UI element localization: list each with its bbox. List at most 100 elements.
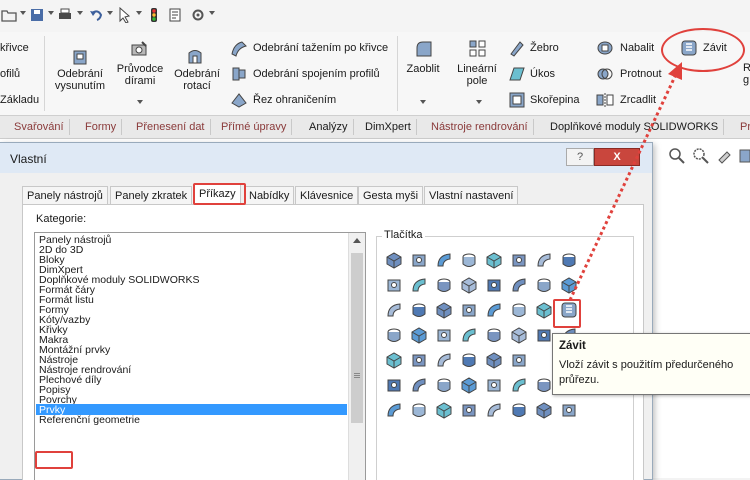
command-button-icon[interactable] xyxy=(485,351,503,369)
command-button-icon[interactable] xyxy=(510,351,528,369)
extruded-cut-icon[interactable] xyxy=(71,48,89,66)
rebuild-traffic-light-icon[interactable] xyxy=(146,7,162,23)
boundary-cut-label[interactable]: Řez ohraničením xyxy=(253,94,336,107)
command-button-icon[interactable] xyxy=(535,326,553,344)
command-button-icon[interactable] xyxy=(460,251,478,269)
fillet-icon[interactable] xyxy=(415,40,433,58)
command-button-icon[interactable] xyxy=(410,401,428,419)
extruded-cut-label-2[interactable]: vysunutím xyxy=(48,80,112,93)
draft-label[interactable]: Úkos xyxy=(530,68,555,81)
tab-panely-nastroju[interactable]: Panely nástrojů xyxy=(22,186,108,206)
rib-icon[interactable] xyxy=(508,39,526,57)
scrollbar-thumb[interactable] xyxy=(351,253,363,423)
chevron-down-icon[interactable] xyxy=(20,11,26,15)
command-button-icon[interactable] xyxy=(510,326,528,344)
tab-nastroje-rendrovani[interactable]: Nástroje rendrování xyxy=(426,119,534,135)
revolved-cut-icon[interactable] xyxy=(186,48,204,66)
open-folder-icon[interactable] xyxy=(1,7,17,23)
undo-icon[interactable] xyxy=(88,7,104,23)
command-button-icon[interactable] xyxy=(510,301,528,319)
section-view-icon[interactable] xyxy=(738,147,750,165)
command-button-icon[interactable] xyxy=(385,251,403,269)
command-button-icon[interactable] xyxy=(510,376,528,394)
ribbon-left-label-3[interactable]: Základu xyxy=(0,94,39,107)
command-button-icon[interactable] xyxy=(510,251,528,269)
swept-cut-icon[interactable] xyxy=(230,39,248,57)
linear-pattern-label-2[interactable]: pole xyxy=(450,75,504,88)
command-button-icon[interactable] xyxy=(485,251,503,269)
command-button-icon[interactable] xyxy=(410,376,428,394)
command-button-icon[interactable] xyxy=(535,376,553,394)
rib-label[interactable]: Žebro xyxy=(530,42,559,55)
command-button-icon[interactable] xyxy=(385,301,403,319)
tab-nabidky[interactable]: Nabídky xyxy=(244,186,295,206)
tab-formy[interactable]: Formy xyxy=(80,119,123,135)
chevron-down-icon[interactable] xyxy=(107,11,113,15)
command-button-icon[interactable] xyxy=(460,276,478,294)
tab-vlastni-nastaveni[interactable]: Vlastní nastavení xyxy=(424,186,519,206)
chevron-down-icon[interactable] xyxy=(420,100,426,104)
tab-dimxpert[interactable]: DimXpert xyxy=(360,119,417,135)
ribbon-left-label-1[interactable]: křivce xyxy=(0,42,29,55)
previous-view-icon[interactable] xyxy=(716,147,734,165)
ribbon-left-label-2[interactable]: ofilů xyxy=(0,68,20,81)
command-button-icon[interactable] xyxy=(460,326,478,344)
hole-wizard-label-2[interactable]: dírami xyxy=(110,75,170,88)
command-button-icon[interactable] xyxy=(535,276,553,294)
command-button-icon[interactable] xyxy=(535,401,553,419)
wrap-label[interactable]: Nabalit xyxy=(620,42,654,55)
chevron-down-icon[interactable] xyxy=(136,11,142,15)
tab-preneseni-dat[interactable]: Přenesení dat xyxy=(131,119,211,135)
chevron-down-icon[interactable] xyxy=(48,11,54,15)
command-button-icon[interactable] xyxy=(510,401,528,419)
command-button-icon[interactable] xyxy=(410,326,428,344)
tab-gesta-mysi[interactable]: Gesta myši xyxy=(358,186,424,206)
zoom-to-area-icon[interactable] xyxy=(692,147,710,165)
command-button-icon[interactable] xyxy=(460,401,478,419)
command-button-icon[interactable] xyxy=(435,376,453,394)
chevron-down-icon[interactable] xyxy=(137,100,143,104)
fillet-label[interactable]: Zaoblit xyxy=(398,63,448,76)
command-button-icon[interactable] xyxy=(385,276,403,294)
command-button-icon[interactable] xyxy=(410,301,428,319)
command-button-icon[interactable] xyxy=(435,326,453,344)
wrap-icon[interactable] xyxy=(596,39,614,57)
tab-svarovani[interactable]: Svařování xyxy=(9,119,70,135)
command-button-icon[interactable] xyxy=(435,251,453,269)
chevron-down-icon[interactable] xyxy=(77,11,83,15)
file-properties-icon[interactable] xyxy=(167,7,183,23)
swept-cut-label[interactable]: Odebrání tažením po křivce xyxy=(253,42,388,55)
command-button-icon[interactable] xyxy=(410,276,428,294)
tab-pr[interactable]: Pr xyxy=(735,119,750,135)
command-button-icon[interactable] xyxy=(385,351,403,369)
categories-list[interactable]: Panely nástrojů 2D do 3D Bloky DimXpert … xyxy=(34,232,366,480)
command-button-icon[interactable] xyxy=(560,401,578,419)
hole-wizard-icon[interactable] xyxy=(130,40,148,58)
command-button-icon[interactable] xyxy=(485,376,503,394)
list-scrollbar[interactable] xyxy=(348,233,365,480)
command-button-icon[interactable] xyxy=(460,376,478,394)
command-button-icon[interactable] xyxy=(460,301,478,319)
scroll-up-icon[interactable] xyxy=(353,238,361,243)
command-button-icon[interactable] xyxy=(535,301,553,319)
command-button-icon[interactable] xyxy=(410,351,428,369)
command-button-icon[interactable] xyxy=(535,251,553,269)
revolved-cut-label-2[interactable]: rotací xyxy=(170,80,224,93)
command-button-icon[interactable] xyxy=(385,326,403,344)
command-button-icon[interactable] xyxy=(510,276,528,294)
lofted-cut-label[interactable]: Odebrání spojením profilů xyxy=(253,68,380,81)
list-item[interactable]: Referenční geometrie xyxy=(39,415,140,426)
boundary-cut-icon[interactable] xyxy=(230,91,248,109)
command-button-icon[interactable] xyxy=(485,401,503,419)
select-pointer-icon[interactable] xyxy=(117,7,133,23)
draft-icon[interactable] xyxy=(508,65,526,83)
command-button-icon[interactable] xyxy=(485,276,503,294)
command-button-icon[interactable] xyxy=(485,326,503,344)
command-button-icon[interactable] xyxy=(385,376,403,394)
shell-icon[interactable] xyxy=(508,91,526,109)
chevron-down-icon[interactable] xyxy=(476,100,482,104)
command-button-icon[interactable] xyxy=(485,301,503,319)
chevron-down-icon[interactable] xyxy=(209,11,215,15)
tab-analyzy[interactable]: Analýzy xyxy=(304,119,354,135)
tab-prime-upravy[interactable]: Přímé úpravy xyxy=(216,119,293,135)
